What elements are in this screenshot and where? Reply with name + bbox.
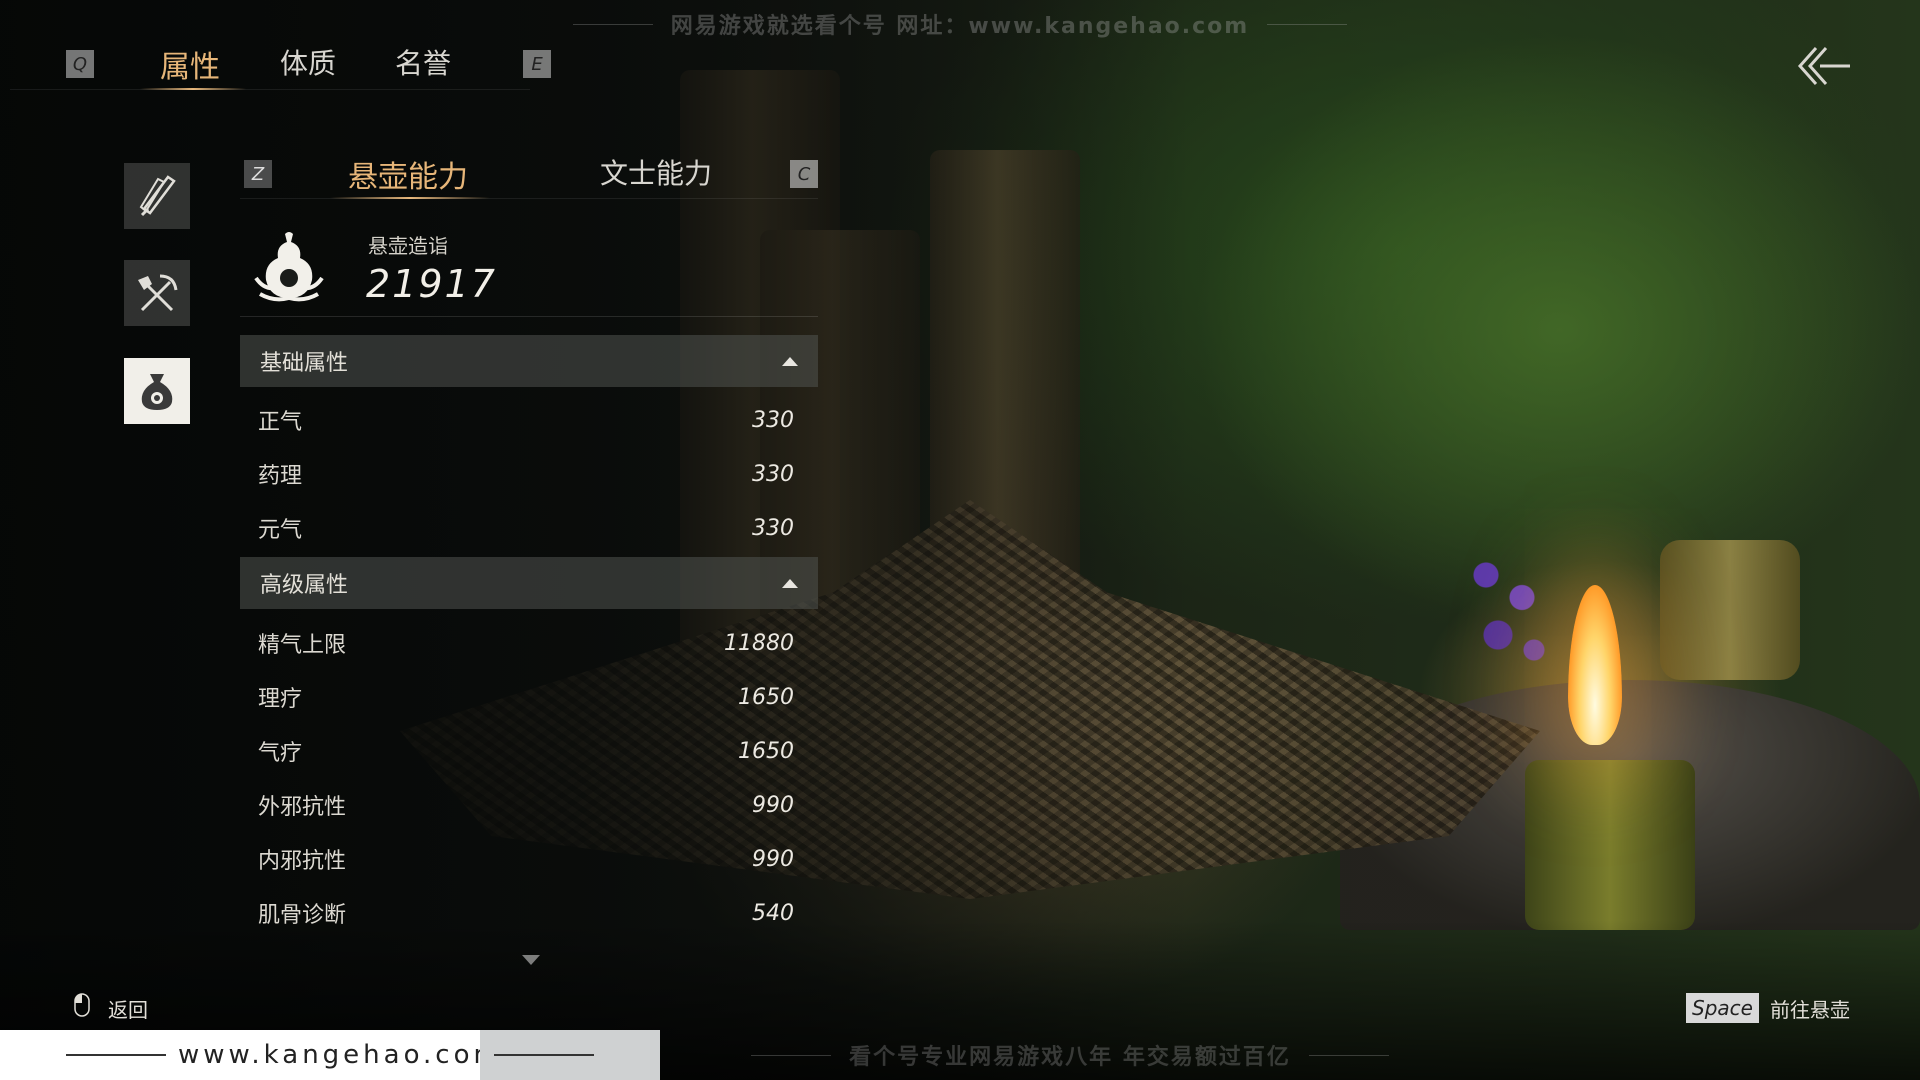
goto-medicine-button[interactable]: 前往悬壶 [1770,994,1850,1023]
space-key-hint[interactable]: Space [1686,993,1759,1023]
watermark-line [572,23,653,25]
section-advanced-attributes[interactable]: 高级属性 [240,557,818,609]
mastery-divider [240,316,818,317]
next-subtab-key-hint[interactable]: C [790,160,818,188]
subtab-divider [240,198,818,199]
side-tab-medicine[interactable] [124,358,190,424]
watermark-bottom-text: 看个号专业网易游戏八年 年交易额过百亿 [849,1045,1291,1070]
subtab-medicine-ability[interactable]: 悬壶能力 [348,152,468,196]
watermark-top: 网易游戏就选看个号 网址：www.kangehao.com [485,0,1435,48]
attribute-row: 元气 330 [258,508,794,548]
attribute-name: 正气 [258,410,303,435]
attribute-row: 精气上限 11880 [258,623,794,663]
watermark-bottom: 看个号专业网易游戏八年 年交易额过百亿 [660,1037,1480,1073]
watermark-line [1267,23,1348,25]
gourd-icon [254,232,324,302]
attribute-name: 外邪抗性 [258,795,347,820]
pickaxe-shovel-icon [138,274,178,312]
attribute-row: 外邪抗性 990 [258,785,794,825]
prev-subtab-key-hint[interactable]: Z [244,160,272,188]
collapse-up-icon[interactable] [782,578,798,588]
attribute-name: 内邪抗性 [258,849,347,874]
subtab-scholar-ability[interactable]: 文士能力 [600,152,712,192]
section-title: 基础属性 [260,351,349,376]
tab-physique[interactable]: 体质 [280,42,336,82]
banner-line [494,1054,594,1056]
watermark-line [751,1054,832,1056]
collapse-up-icon[interactable] [782,356,798,366]
back-arrow-icon[interactable] [1796,44,1852,88]
attribute-name: 理疗 [258,687,303,712]
prev-tab-key-hint[interactable]: Q [66,50,94,78]
mastery-value: 21917 [366,262,497,306]
attribute-name: 药理 [258,464,303,489]
attribute-name: 精气上限 [258,633,347,658]
tab-divider [10,89,530,90]
attribute-value: 540 [752,900,794,926]
attribute-value: 330 [752,407,794,433]
attribute-value: 990 [752,846,794,872]
mouse-icon [74,993,90,1017]
attribute-row: 药理 330 [258,454,794,494]
watermark-top-text: 网易游戏就选看个号 网址：www.kangehao.com [670,14,1250,39]
attribute-name: 元气 [258,518,303,543]
tab-reputation[interactable]: 名誉 [395,42,451,82]
attribute-value: 11880 [724,630,794,656]
side-tab-tools[interactable] [124,260,190,326]
watermark-line [1308,1054,1389,1056]
mastery-label: 悬壶造诣 [368,234,448,258]
attribute-row: 内邪抗性 990 [258,839,794,879]
sword-icon [139,175,176,217]
attribute-row: 肌骨诊断 540 [258,893,794,933]
medicine-bag-icon [141,374,173,410]
next-tab-key-hint[interactable]: E [523,50,551,78]
tab-attributes[interactable]: 属性 [160,42,220,86]
attribute-value: 1650 [738,738,794,764]
game-screen: 网易游戏就选看个号 网址：www.kangehao.com 看个号专业网易游戏八… [0,0,1920,1080]
attribute-row: 理疗 1650 [258,677,794,717]
attribute-value: 1650 [738,684,794,710]
section-basic-attributes[interactable]: 基础属性 [240,335,818,387]
section-title: 高级属性 [260,573,349,598]
banner-line [66,1054,166,1056]
attribute-name: 肌骨诊断 [258,903,347,928]
site-url: www.kangehao.com [178,1040,503,1070]
back-button[interactable]: 返回 [108,994,148,1023]
site-banner: www.kangehao.com [0,1030,660,1080]
attribute-row: 气疗 1650 [258,731,794,771]
attribute-value: 990 [752,792,794,818]
attribute-name: 气疗 [258,741,303,766]
attribute-row: 正气 330 [258,400,794,440]
attribute-value: 330 [752,515,794,541]
attribute-value: 330 [752,461,794,487]
scroll-down-icon[interactable] [522,955,540,965]
side-tab-weapon[interactable] [124,163,190,229]
